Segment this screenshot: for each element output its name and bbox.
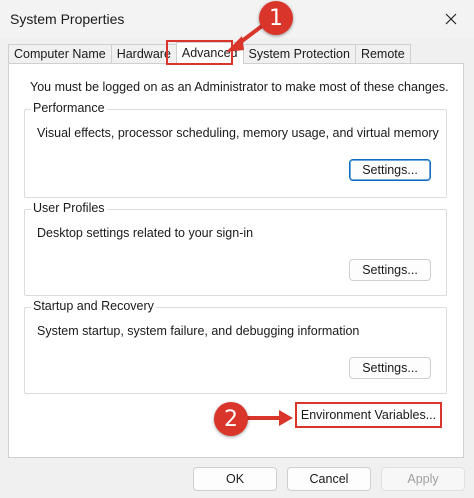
step-2-badge: 2	[214, 402, 248, 436]
step-1-badge: 1	[259, 1, 293, 35]
